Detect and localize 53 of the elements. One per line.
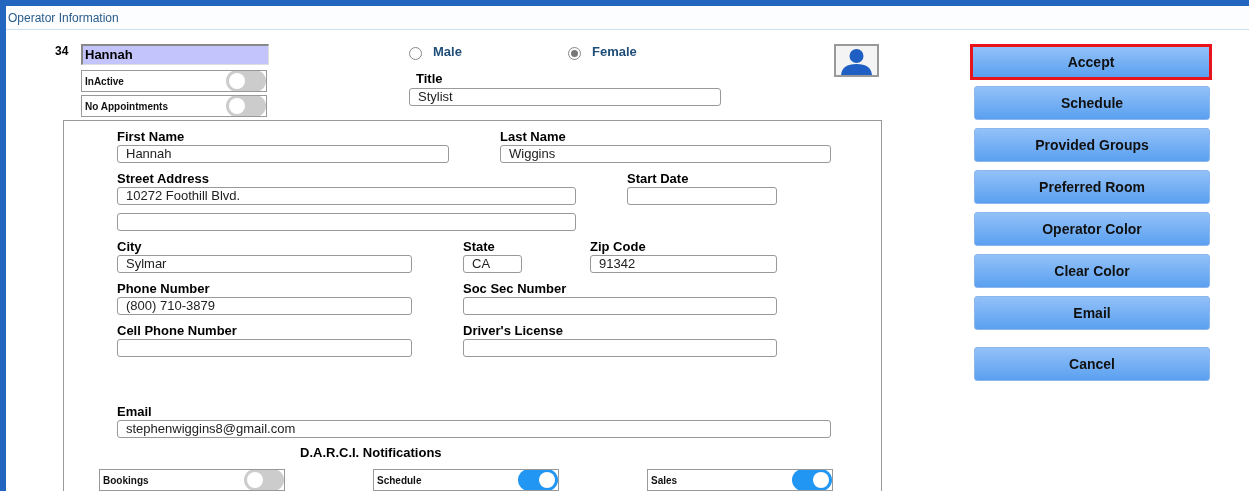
toggle-switch[interactable] [518,470,558,490]
toggle-label: Schedule [377,474,422,486]
window-title: Operator Information [8,10,119,25]
action-button[interactable]: Accept [970,44,1212,80]
action-button[interactable]: Email [974,296,1210,330]
action-button[interactable]: Clear Color [974,254,1210,288]
toggle-switch[interactable] [792,470,832,490]
field-label: Email [117,403,153,420]
text-field[interactable] [463,297,777,315]
text-field[interactable]: CA [463,255,522,273]
field-label: State [463,238,496,255]
toggle-switch[interactable] [244,470,284,490]
action-button[interactable]: Operator Color [974,212,1210,246]
text-field[interactable] [627,187,777,205]
section-heading: D.A.R.C.I. Notifications [300,444,443,462]
radio-label: Female [592,43,637,60]
text-field[interactable]: (800) 710-3879 [117,297,412,315]
radio-button[interactable] [568,47,581,60]
text-field[interactable]: Sylmar [117,255,412,273]
text-field[interactable]: Hannah [117,145,449,163]
field-label: Street Address [117,170,210,187]
title-field[interactable]: Stylist [409,88,721,106]
field-label: Phone Number [117,280,211,297]
operator-number: 34 [55,44,70,58]
field-label: Title [416,71,444,86]
name-field[interactable]: Hannah [81,44,269,65]
radio-label: Male [433,43,462,60]
text-field[interactable]: 91342 [590,255,777,273]
field-label: Last Name [500,128,567,145]
toggle-label: Sales [651,474,678,486]
cancel-button[interactable]: Cancel [974,347,1210,381]
field-label: Soc Sec Number [463,280,568,297]
text-field[interactable]: stephenwiggins8@gmail.com [117,420,831,438]
field-label: Driver's License [463,322,564,339]
field-label: Zip Code [590,238,647,255]
action-button[interactable]: Preferred Room [974,170,1210,204]
toggle-switch[interactable] [226,96,266,116]
action-button[interactable]: Schedule [974,86,1210,120]
text-field[interactable] [117,213,576,231]
toggle-label: Bookings [103,474,149,486]
field-label: Start Date [627,170,690,187]
action-button[interactable]: Provided Groups [974,128,1210,162]
toggle-label: No Appointments [85,100,168,112]
text-field[interactable] [463,339,777,357]
text-field[interactable]: 10272 Foothill Blvd. [117,187,576,205]
toggle-label: InActive [85,75,124,87]
field-label: First Name [117,128,186,145]
field-label: City [117,238,143,255]
text-field[interactable]: Wiggins [500,145,831,163]
toggle-switch[interactable] [226,71,266,91]
field-label: Cell Phone Number [117,322,238,339]
radio-button[interactable] [409,47,422,60]
text-field[interactable] [117,339,412,357]
